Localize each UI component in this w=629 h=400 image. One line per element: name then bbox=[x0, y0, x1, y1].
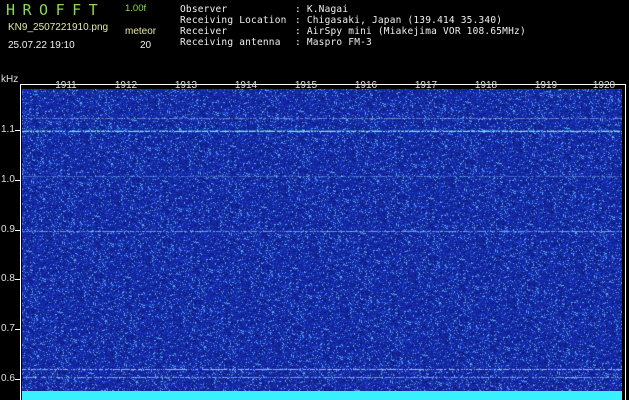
y-tick-label: 1.1 bbox=[1, 124, 15, 135]
x-tick-label: 1912 bbox=[114, 80, 138, 91]
y-tick bbox=[15, 329, 20, 330]
x-tick-label: 1913 bbox=[174, 80, 198, 91]
y-tick-label: 0.7 bbox=[1, 323, 15, 334]
info-label-receiver: Receiver bbox=[180, 26, 228, 37]
y-tick bbox=[15, 130, 20, 131]
x-tick-label: 1918 bbox=[474, 80, 498, 91]
y-tick bbox=[15, 279, 20, 280]
info-value-location: : Chigasaki, Japan (139.414 35.340) bbox=[295, 15, 503, 26]
meteor-label: meteor bbox=[125, 26, 157, 37]
brand-title: HROFFT bbox=[6, 1, 106, 19]
y-unit-label: kHz bbox=[1, 74, 19, 85]
spectrogram-canvas bbox=[22, 89, 622, 391]
datetime-label: 25.07.22 19:10 bbox=[8, 40, 75, 51]
y-tick bbox=[15, 379, 20, 380]
y-tick bbox=[15, 180, 20, 181]
y-tick-label: 0.6 bbox=[1, 373, 15, 384]
y-tick bbox=[15, 230, 20, 231]
x-tick-label: 1917 bbox=[414, 80, 438, 91]
x-tick-label: 1915 bbox=[294, 80, 318, 91]
right-axis-line bbox=[625, 84, 626, 400]
y-tick-label: 0.9 bbox=[1, 224, 15, 235]
x-tick-label: 1919 bbox=[534, 80, 558, 91]
meteor-count: 20 bbox=[140, 40, 152, 51]
filename-label: KN9_2507221910.png bbox=[8, 22, 109, 33]
info-label-location: Receiving Location bbox=[180, 15, 287, 26]
x-tick-label: 1911 bbox=[55, 80, 77, 91]
info-value-observer: : K.Nagai bbox=[295, 4, 349, 15]
x-tick-label: 1920 bbox=[592, 80, 616, 91]
left-axis-line bbox=[20, 84, 21, 400]
info-label-observer: Observer bbox=[180, 4, 228, 15]
x-tick-label: 1914 bbox=[234, 80, 258, 91]
info-label-antenna: Receiving antenna bbox=[180, 37, 281, 48]
bottom-time-bar bbox=[22, 391, 622, 400]
y-tick-label: 1.0 bbox=[1, 174, 15, 185]
y-tick-label: 0.8 bbox=[1, 273, 15, 284]
version-label: 1.00f bbox=[125, 3, 147, 14]
info-value-antenna: : Maspro FM-3 bbox=[295, 37, 372, 48]
info-value-receiver: : AirSpy mini (Miakejima VOR 108.65MHz) bbox=[295, 26, 526, 37]
x-tick-label: 1916 bbox=[354, 80, 378, 91]
header: HROFFT 1.00f KN9_2507221910.png meteor 2… bbox=[0, 0, 629, 74]
